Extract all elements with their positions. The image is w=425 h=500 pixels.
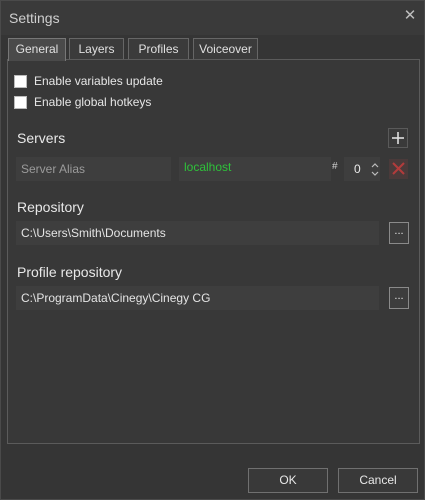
enable-variables-update-checkbox[interactable]	[14, 74, 27, 88]
tab-profiles[interactable]: Profiles	[128, 38, 189, 60]
general-panel: Enable variables update Enable global ho…	[7, 59, 420, 444]
window-title: Settings	[9, 10, 60, 26]
server-port-value: 0	[354, 162, 361, 176]
chevron-down-icon[interactable]	[371, 169, 379, 178]
enable-variables-update-option[interactable]: Enable variables update	[14, 73, 163, 89]
delete-x-icon	[392, 162, 405, 175]
enable-global-hotkeys-label: Enable global hotkeys	[34, 95, 152, 109]
enable-global-hotkeys-option[interactable]: Enable global hotkeys	[14, 94, 151, 110]
server-host-input[interactable]: localhost	[179, 157, 331, 181]
cancel-button[interactable]: Cancel	[338, 468, 418, 493]
profile-repository-browse-button[interactable]: ...	[389, 287, 409, 309]
tab-voiceover[interactable]: Voiceover	[193, 38, 258, 60]
port-hash-label: #	[332, 161, 338, 172]
close-icon[interactable]: ✕	[403, 8, 417, 23]
server-alias-input[interactable]: Server Alias	[16, 157, 171, 181]
plus-icon	[392, 132, 404, 144]
repository-browse-button[interactable]: ...	[389, 222, 409, 244]
tab-layers[interactable]: Layers	[69, 38, 124, 60]
tab-general[interactable]: General	[8, 38, 66, 61]
servers-title: Servers	[17, 130, 66, 146]
enable-variables-update-label: Enable variables update	[34, 74, 163, 88]
profile-repository-title: Profile repository	[17, 264, 123, 280]
repository-title: Repository	[17, 199, 84, 215]
server-port-stepper[interactable]: 0	[344, 157, 380, 181]
title-bar: Settings ✕	[1, 1, 424, 35]
add-server-button[interactable]	[388, 128, 408, 148]
settings-window: Settings ✕ General Layers Profiles Voice…	[0, 0, 425, 500]
profile-repository-path-input[interactable]: C:\ProgramData\Cinegy\Cinegy CG	[16, 286, 379, 310]
repository-path-input[interactable]: C:\Users\Smith\Documents	[16, 221, 379, 245]
enable-global-hotkeys-checkbox[interactable]	[14, 95, 27, 109]
ok-button[interactable]: OK	[248, 468, 328, 493]
remove-server-button[interactable]	[389, 159, 408, 179]
